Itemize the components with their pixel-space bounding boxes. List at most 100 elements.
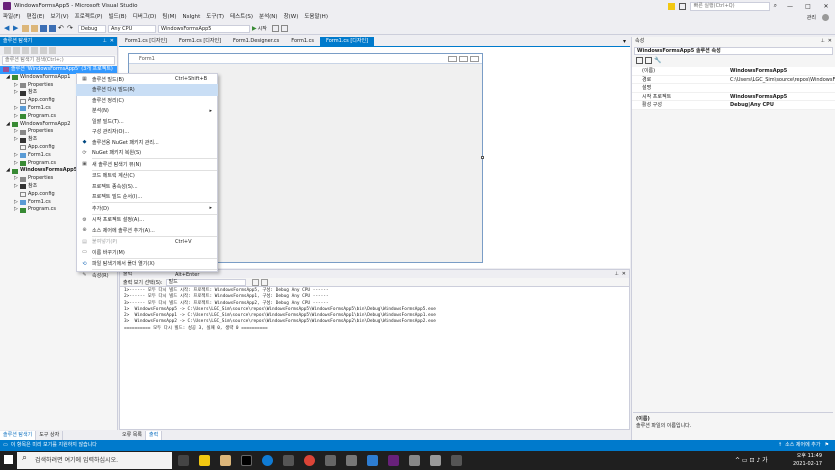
source-control-button[interactable]: 소스 제어에 추가 [785,440,820,451]
wrap-icon[interactable] [260,278,268,286]
doc-tab-active[interactable]: Form1.cs [디자인] [320,37,375,46]
clear-icon[interactable] [251,278,259,286]
minimize-button[interactable]: — [781,3,799,10]
windows-start-icon[interactable] [4,455,13,464]
pin-icon[interactable]: ⊥ [102,37,106,46]
terminal-icon[interactable] [241,455,252,466]
menu-team[interactable]: 팀(M) [159,12,179,23]
undo-icon[interactable]: ↶ [58,25,65,32]
save-icon[interactable] [40,25,47,32]
quick-launch-input[interactable]: 빠른 실행(Ctrl+Q) [689,1,770,11]
attach-icon[interactable] [271,25,279,32]
menu-nsight[interactable]: NsIght [180,12,204,23]
tab-solution-explorer[interactable]: 솔루션 탐색기 [0,430,37,440]
app-icon[interactable] [346,455,357,466]
platform-select[interactable]: Any CPU [108,24,156,33]
sync-icon[interactable] [13,47,20,54]
property-row[interactable]: 활성 구성 Debug|Any CPU [632,101,835,110]
app-icon[interactable] [430,455,441,466]
menu-item-build-solution[interactable]: ▦ 솔루션 빌드(B) Ctrl+Shift+B [77,74,217,85]
menu-item-build-order[interactable]: 프로젝트 빌드 순서(I)... [77,192,217,203]
menu-item-nuget-manage[interactable]: ◆ 솔루션용 NuGet 패키지 관리... [77,137,217,148]
project-select[interactable]: WindowsFormsApp5 [158,24,250,33]
properties-object-select[interactable]: WindowsFormsApp5 솔루션 속성 [634,47,833,55]
pin-icon[interactable]: ⊥ [820,37,824,46]
taskbar-clock[interactable]: 오후 11:49 2021-02-17 [793,452,822,468]
close-panel-icon[interactable]: ✕ [622,270,626,278]
tab-output[interactable]: 출력 [146,430,163,440]
menu-tools[interactable]: 도구(T) [203,12,227,23]
chrome-icon[interactable] [304,455,315,466]
notification-icon[interactable] [667,2,675,10]
doc-tab[interactable]: Form1.cs [디자인] [173,37,227,46]
menu-window[interactable]: 창(W) [281,12,302,23]
edge-icon[interactable] [262,455,273,466]
properties-icon[interactable] [49,47,56,54]
doc-tab[interactable]: Form1.cs [디자인] [119,37,173,46]
file-explorer-icon[interactable] [220,455,231,466]
menu-debug[interactable]: 디버그(D) [130,12,160,23]
menu-item-new-view[interactable]: ▣ 새 솔루션 탐색기 뷰(N) [77,159,217,170]
search-icon[interactable]: ⌕ [774,2,777,10]
menu-item-add[interactable]: 추가(D) ▸ [77,203,217,214]
filter-icon[interactable] [678,2,686,10]
forward-icon[interactable]: ▶ [13,25,20,32]
user-avatar-icon[interactable] [822,14,829,21]
menu-project[interactable]: 프로젝트(P) [72,12,106,23]
taskbar-search-input[interactable]: 검색하려면 여기에 입력하십시오. [17,452,172,469]
start-button[interactable]: ▶ 시작 [252,25,267,32]
menu-item-project-dependencies[interactable]: 프로젝트 종속성(S)... [77,181,217,192]
menu-view[interactable]: 보기(V) [47,12,71,23]
app-icon[interactable] [451,455,462,466]
alphabetical-icon[interactable] [645,57,652,64]
tab-overflow-icon[interactable]: ▾ [623,38,626,45]
menu-file[interactable]: 파일(F) [0,12,24,23]
redo-icon[interactable]: ↷ [67,25,74,32]
close-panel-icon[interactable]: ✕ [110,37,114,46]
solution-search-input[interactable]: 솔루션 탐색기 검색(Ctrl+;) [2,56,115,65]
open-icon[interactable] [31,25,38,32]
property-row[interactable]: 시작 프로젝트 WindowsFormsApp5 [632,92,835,101]
menu-item-rename[interactable]: ▭ 이름 바꾸기(M) [77,247,217,258]
output-text[interactable]: 1>------ 모두 다시 빌드 시작: 프로젝트: WindowsForms… [120,287,629,332]
resize-handle[interactable] [481,156,484,159]
app-icon[interactable] [325,455,336,466]
doc-tab[interactable]: Form1.Designer.cs [227,37,285,46]
app-icon[interactable] [283,455,294,466]
menu-item-clean-solution[interactable]: 솔루션 정리(C) [77,95,217,106]
app-icon[interactable] [367,455,378,466]
wrench-icon[interactable]: 🔧 [654,57,661,64]
task-view-icon[interactable] [178,455,189,466]
menu-item-nuget-restore[interactable]: ⟳ NuGet 패키지 복원(S) [77,148,217,159]
collapse-all-icon[interactable] [31,47,38,54]
property-row[interactable]: 경로 C:\Users\LGC_Sim\source\repos\WindowsF… [632,75,835,84]
user-name[interactable]: 관리 [807,14,816,21]
home-icon[interactable] [4,47,11,54]
menu-item-startup-project[interactable]: ⚙ 시작 프로젝트 설정(A)... [77,215,217,226]
config-select[interactable]: Debug [78,24,106,33]
menu-build[interactable]: 빌드(B) [106,12,130,23]
menu-analyze[interactable]: 분석(N) [256,12,281,23]
menu-edit[interactable]: 편집(E) [24,12,48,23]
pin-icon[interactable]: ⊥ [614,270,618,278]
close-button[interactable]: ✕ [817,3,835,10]
visual-studio-icon[interactable] [388,455,399,466]
app-icon[interactable] [409,455,420,466]
property-row[interactable]: (이름) WindowsFormsApp5 [632,67,835,76]
menu-item-code-metrics[interactable]: 코드 메트릭 계산(C) [77,171,217,182]
categorized-icon[interactable] [636,57,643,64]
save-all-icon[interactable] [49,25,56,32]
tab-toolbox[interactable]: 도구 상자 [36,430,64,440]
tab-error-list[interactable]: 오류 목록 [119,430,146,440]
layout-icon[interactable] [280,25,288,32]
refresh-icon[interactable] [22,47,29,54]
new-project-icon[interactable] [22,25,29,32]
menu-help[interactable]: 도움말(H) [301,12,331,23]
property-row[interactable]: 설명 [632,84,835,93]
tray-icons[interactable]: ^ ▭ ⊡ ♪ 가 [735,455,768,464]
menu-test[interactable]: 테스트(S) [227,12,256,23]
back-icon[interactable]: ◀ [4,25,11,32]
show-all-files-icon[interactable] [40,47,47,54]
menu-item-batch-build[interactable]: 일괄 빌드(T)... [77,116,217,127]
sticky-notes-icon[interactable] [199,455,210,466]
